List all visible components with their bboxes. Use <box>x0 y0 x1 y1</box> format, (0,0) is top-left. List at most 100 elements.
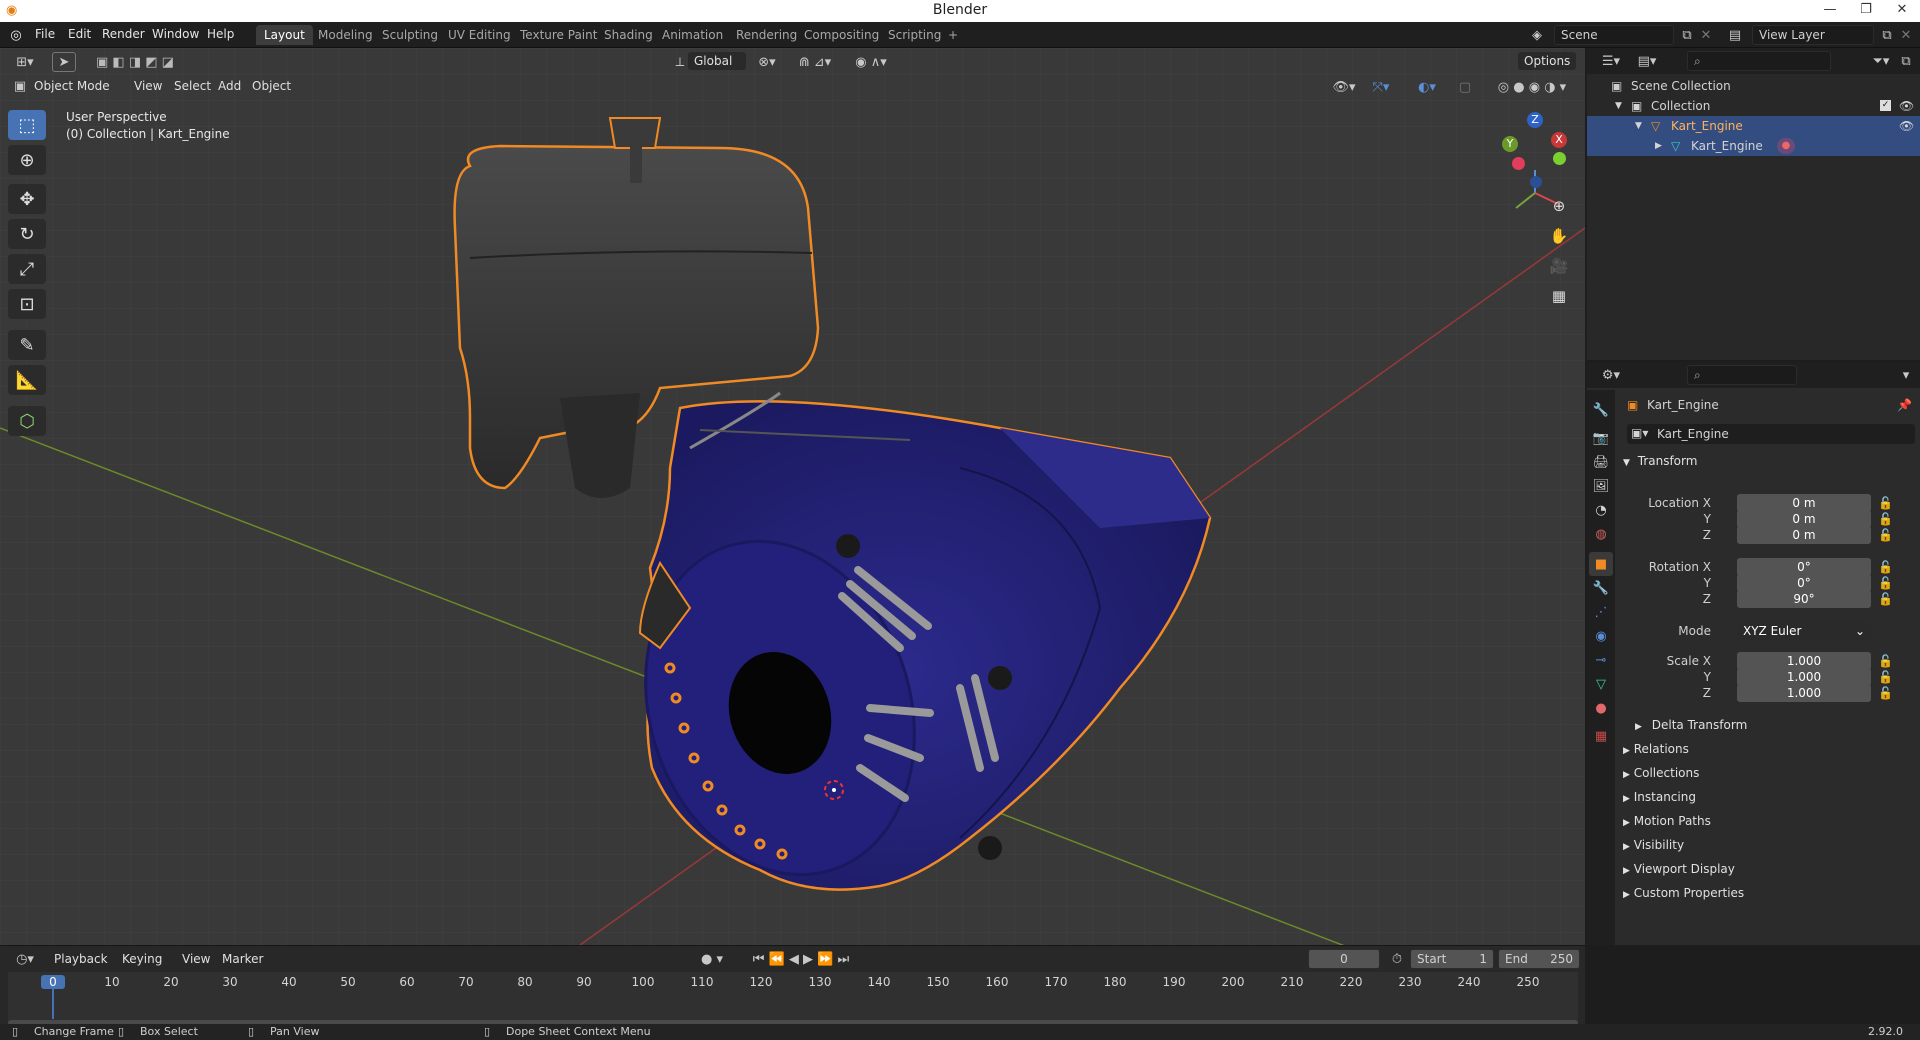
gizmo-neg-x-dot[interactable] <box>1512 157 1525 170</box>
add-workspace-button[interactable]: + <box>940 25 966 45</box>
tool-rotate-icon[interactable]: ↻ <box>8 219 46 249</box>
lock-location-z-icon[interactable]: 🔓 <box>1878 528 1893 542</box>
object-visibility-icon[interactable]: 👁 <box>1899 116 1914 136</box>
transform-orientation-icon[interactable]: ⟂ <box>670 53 690 71</box>
scale-z-field[interactable]: 1.000 <box>1737 684 1871 702</box>
gizmo-z-axis[interactable]: Z <box>1527 112 1543 128</box>
lock-location-y-icon[interactable]: 🔓 <box>1878 512 1893 526</box>
material-tab-icon[interactable]: ● <box>1589 696 1613 720</box>
location-z-field[interactable]: 0 m <box>1737 526 1871 544</box>
tab-texture-paint[interactable]: Texture Paint <box>512 25 605 45</box>
panel-transform[interactable]: ▼ Transform <box>1615 450 1917 472</box>
tool-measure-icon[interactable]: 📐 <box>8 365 46 395</box>
panel-collections[interactable]: ▶ Collections <box>1623 762 1913 784</box>
timeline-menu-marker[interactable]: Marker <box>216 950 269 968</box>
rotation-mode-dropdown[interactable]: XYZ Euler ⌄ <box>1737 622 1871 640</box>
lock-rotation-x-icon[interactable]: 🔓 <box>1878 560 1893 574</box>
panel-delta-transform[interactable]: ▶ Delta Transform <box>1635 714 1920 736</box>
menu-file[interactable]: File <box>35 27 55 41</box>
tab-rendering[interactable]: Rendering <box>728 25 805 45</box>
menu-window[interactable]: Window <box>152 27 199 41</box>
camera-view-icon[interactable]: 🎥 <box>1545 252 1573 280</box>
view-layer-icon[interactable]: ▤ <box>1722 26 1748 44</box>
restore-button[interactable]: ❐ <box>1848 0 1884 22</box>
lock-location-x-icon[interactable]: 🔓 <box>1878 496 1893 510</box>
timeline-menu-keying[interactable]: Keying <box>116 950 168 968</box>
outliner-search-input[interactable]: ⌕ <box>1687 51 1831 71</box>
viewport-menu-select[interactable]: Select <box>168 77 217 95</box>
tab-compositing[interactable]: Compositing <box>796 25 887 45</box>
data-tab-icon[interactable]: ▽ <box>1589 672 1613 696</box>
menu-help[interactable]: Help <box>207 27 234 41</box>
panel-viewport-display[interactable]: ▶ Viewport Display <box>1623 858 1913 880</box>
new-scene-icon[interactable]: ⧉ <box>1678 26 1696 44</box>
minimize-button[interactable]: — <box>1812 0 1848 22</box>
collection-visibility-icon[interactable]: 👁 <box>1899 96 1914 116</box>
scene-selector[interactable]: Scene <box>1554 25 1674 45</box>
output-tab-icon[interactable]: 🖨 <box>1589 450 1613 474</box>
object-mode-dropdown[interactable]: Object Mode <box>28 77 116 95</box>
object-tab-icon[interactable]: ■ <box>1589 552 1613 576</box>
tab-layout[interactable]: Layout <box>256 25 313 45</box>
particles-tab-icon[interactable]: ⋰ <box>1589 600 1613 624</box>
snap-icon[interactable]: ⋒ ⊿▾ <box>790 53 840 71</box>
panel-instancing[interactable]: ▶ Instancing <box>1623 786 1913 808</box>
menu-edit[interactable]: Edit <box>68 27 91 41</box>
panel-visibility[interactable]: ▶ Visibility <box>1623 834 1913 856</box>
outliner-editor-type-icon[interactable]: ☰▾ <box>1597 52 1625 70</box>
tool-add-cube-icon[interactable]: ⬡ <box>8 406 46 436</box>
lock-scale-z-icon[interactable]: 🔓 <box>1878 686 1893 700</box>
panel-relations[interactable]: ▶ Relations <box>1623 738 1913 760</box>
tool-move-icon[interactable]: ✥ <box>8 184 46 214</box>
clock-icon[interactable]: ⏱ <box>1388 950 1406 968</box>
expand-arrow-icon[interactable]: ▶ <box>1655 136 1662 156</box>
lock-rotation-z-icon[interactable]: 🔓 <box>1878 592 1893 606</box>
texture-tab-icon[interactable]: ▦ <box>1589 724 1613 748</box>
timeline-editor-type-icon[interactable]: ◷▾ <box>10 950 40 968</box>
tab-uv-editing[interactable]: UV Editing <box>440 25 519 45</box>
tab-scripting[interactable]: Scripting <box>880 25 949 45</box>
object-type-icon[interactable]: ▣▾ <box>1631 426 1648 440</box>
outliner-row-scene-collection[interactable]: ▣ Scene Collection <box>1587 76 1920 96</box>
timeline-menu-playback[interactable]: Playback <box>48 950 114 968</box>
modifier-tab-icon[interactable]: 🔧 <box>1589 576 1613 600</box>
lock-rotation-y-icon[interactable]: 🔓 <box>1878 576 1893 590</box>
new-collection-icon[interactable]: ⧉ <box>1897 52 1915 70</box>
scene-icon[interactable]: ◈ <box>1524 26 1550 44</box>
shading-mode-icons[interactable]: ◎ ● ◉ ◑ ▾ <box>1482 78 1582 96</box>
tool-transform-icon[interactable]: ⊡ <box>8 289 46 319</box>
xray-toggle-icon[interactable]: ▢ <box>1456 78 1474 96</box>
outliner-row-object[interactable]: ▼ ▽ Kart_Engine 👁 <box>1587 116 1920 136</box>
material-icon[interactable]: ● <box>1777 138 1795 154</box>
gizmo-y-axis[interactable]: Y <box>1502 136 1518 152</box>
transform-orientation-dropdown[interactable]: Global <box>688 52 746 70</box>
tool-tab-icon[interactable]: 🔧 <box>1589 398 1613 422</box>
pivot-point-icon[interactable]: ⊗▾ <box>752 53 782 71</box>
expand-arrow-icon[interactable]: ▼ <box>1615 96 1622 116</box>
start-frame-field[interactable]: Start 1 <box>1410 949 1494 969</box>
playback-controls-icons[interactable]: ⏮ ⏪ ◀ ▶ ⏩ ⏭ <box>746 950 856 968</box>
timeline-menu-view[interactable]: View <box>176 950 216 968</box>
properties-search-input[interactable]: ⌕ <box>1687 365 1797 385</box>
current-frame-field[interactable]: 0 <box>1308 949 1380 969</box>
3d-viewport[interactable]: ⊞▾ ➤ ▣ ◧ ◨ ◩ ◪ ⟂ Global ⊗▾ ⋒ ⊿▾ ◉ ∧▾ Opt… <box>0 48 1585 945</box>
perspective-toggle-icon[interactable]: ▦ <box>1545 282 1573 310</box>
editor-type-icon[interactable]: ⊞▾ <box>10 53 40 71</box>
lock-scale-y-icon[interactable]: 🔓 <box>1878 670 1893 684</box>
collapse-icon[interactable]: ▾ <box>1897 366 1915 384</box>
render-tab-icon[interactable]: 📷 <box>1589 426 1613 450</box>
gizmo-toggle-icon[interactable]: ⤧▾ <box>1366 78 1396 96</box>
delete-view-layer-icon[interactable]: ✕ <box>1898 26 1914 44</box>
viewport-menu-object[interactable]: Object <box>246 77 297 95</box>
rotation-z-field[interactable]: 90° <box>1737 590 1871 608</box>
gizmo-neg-z-dot[interactable] <box>1530 176 1542 188</box>
pin-icon[interactable]: 📌 <box>1897 398 1912 412</box>
outliner-row-collection[interactable]: ▼ ▣ Collection ✓ 👁 <box>1587 96 1920 116</box>
delete-scene-icon[interactable]: ✕ <box>1698 26 1714 44</box>
select-tool-icon[interactable]: ➤ <box>52 52 76 72</box>
tool-annotate-icon[interactable]: ✎ <box>8 330 46 360</box>
world-tab-icon[interactable]: ◍ <box>1589 522 1613 546</box>
viewport-menu-view[interactable]: View <box>128 77 168 95</box>
properties-editor-type-icon[interactable]: ⚙▾ <box>1597 366 1625 384</box>
close-button[interactable]: ✕ <box>1884 0 1920 22</box>
